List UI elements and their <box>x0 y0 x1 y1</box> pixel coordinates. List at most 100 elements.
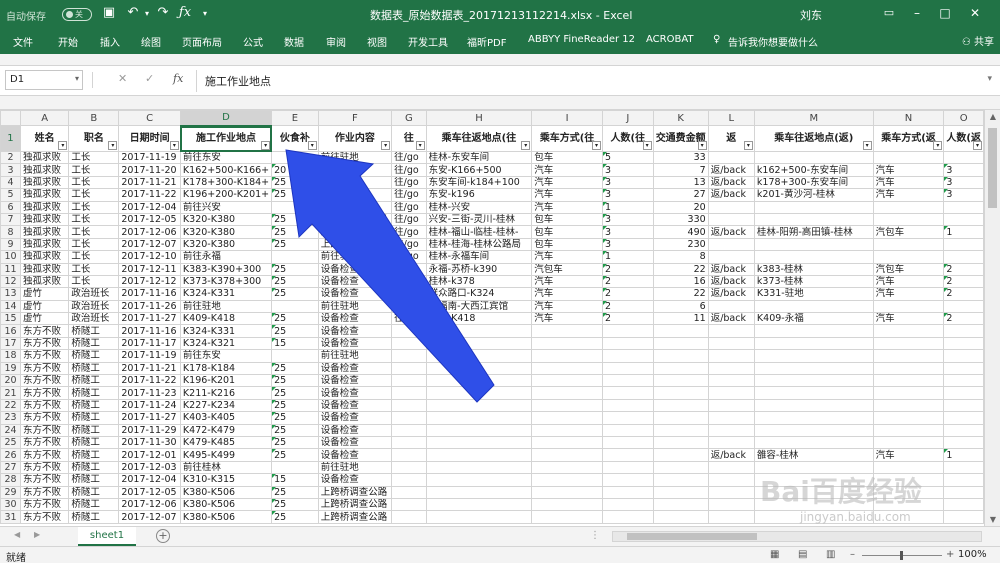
insert-function-icon[interactable]: fx <box>173 72 183 85</box>
cell[interactable]: K196+200-K201+ <box>179 188 273 202</box>
row-header[interactable]: 2 <box>0 150 21 165</box>
cell-table[interactable]: A B C D E F G H I J K L M N O 1 姓名 ▾ 职名 ▾ 日期时间 ▾ 施工作业地点 ▾ 伙食补 ▾ 作业… <box>0 110 984 524</box>
filter-dropdown-icon[interactable]: ▾ <box>381 141 391 150</box>
row-header[interactable]: 9 <box>0 237 21 252</box>
filter-dropdown-icon[interactable]: ▾ <box>307 141 317 150</box>
cell[interactable]: 2017-11-20 <box>118 163 181 177</box>
filter-dropdown-icon[interactable]: ▾ <box>415 141 425 150</box>
column-title[interactable]: 人数(返 ▾ <box>943 125 984 152</box>
cell[interactable]: 设备检查 <box>317 188 393 202</box>
cell[interactable]: 25 <box>271 435 319 450</box>
more-options-icon[interactable]: ⋮ <box>590 530 600 541</box>
cell[interactable]: 东方不败 <box>19 423 70 438</box>
cell[interactable]: 330 <box>652 212 709 227</box>
cell[interactable]: 25 <box>271 411 319 425</box>
cell[interactable]: 工长 <box>68 212 120 227</box>
cell[interactable]: 东方不败 <box>19 349 70 363</box>
cell[interactable] <box>943 497 984 512</box>
column-title[interactable]: 乘车方式(返 ▾ <box>872 125 945 152</box>
row-header[interactable]: 4 <box>0 175 21 190</box>
cell[interactable]: K380-K506 <box>179 485 273 499</box>
cell[interactable] <box>531 324 603 338</box>
cell[interactable]: K380-K506 <box>179 510 273 524</box>
cell[interactable] <box>872 336 945 351</box>
column-title[interactable]: 返 ▾ <box>707 125 755 152</box>
cell[interactable]: 汽车 <box>531 287 603 301</box>
cell[interactable]: 桂林-k378 <box>425 274 533 289</box>
cell[interactable]: 设备检查 <box>317 324 393 338</box>
cell[interactable] <box>652 448 709 462</box>
cell[interactable] <box>943 485 984 499</box>
cell[interactable] <box>943 299 984 314</box>
cell[interactable]: 工长 <box>68 175 120 190</box>
column-title[interactable]: 姓名 ▾ <box>19 125 70 152</box>
cell[interactable]: 政治班长 <box>68 287 120 301</box>
cell[interactable]: 上跨桥调查公路 <box>317 497 393 512</box>
row-header[interactable]: 10 <box>0 250 21 264</box>
cell[interactable]: 前往驻地 <box>317 200 393 214</box>
cell[interactable] <box>943 324 984 338</box>
cell[interactable]: 2 <box>601 274 654 289</box>
cell[interactable]: 返/back <box>707 175 755 190</box>
cell[interactable]: K310-K315 <box>179 473 273 487</box>
cell[interactable]: 东方不败 <box>19 510 70 524</box>
row-header[interactable]: 19 <box>0 361 21 376</box>
cell[interactable]: K373-K378+300 <box>179 274 273 289</box>
cell[interactable]: K409-永福 <box>753 312 874 326</box>
cell[interactable] <box>753 374 874 388</box>
sheet-next-icon[interactable]: ▶ <box>34 530 40 539</box>
cell[interactable] <box>943 423 984 438</box>
cell[interactable]: 前往驻地 <box>317 460 393 475</box>
cell[interactable]: 汽车 <box>531 188 603 202</box>
cell[interactable]: 桥隧工 <box>68 448 120 462</box>
cell[interactable]: 往/go <box>391 175 427 190</box>
cell[interactable]: 2017-11-24 <box>118 398 181 413</box>
filter-dropdown-icon[interactable]: ▾ <box>933 141 943 150</box>
cell[interactable]: 2 <box>601 312 654 326</box>
cell[interactable]: 虚竹 <box>19 312 70 326</box>
cell[interactable]: 独孤求败 <box>19 212 70 227</box>
cell[interactable]: 1 <box>943 225 984 239</box>
cell[interactable]: 2 <box>943 287 984 301</box>
cell[interactable]: 汽车 <box>872 175 945 190</box>
cell[interactable]: 桂林-东安车间 <box>425 150 533 165</box>
cell[interactable]: 25 <box>271 448 319 462</box>
cell[interactable]: K178-K184 <box>179 361 273 376</box>
cell[interactable] <box>707 473 755 487</box>
filter-dropdown-icon[interactable]: ▾ <box>862 141 872 150</box>
row-header[interactable]: 22 <box>0 398 21 413</box>
cell[interactable]: 东方不败 <box>19 374 70 388</box>
tab-insert[interactable]: 插入 <box>100 34 120 49</box>
cell[interactable] <box>753 435 874 450</box>
row-header[interactable]: 3 <box>0 163 21 177</box>
cell[interactable]: 设备检查 <box>317 163 393 177</box>
cell[interactable] <box>271 200 319 214</box>
cell[interactable]: 独孤求败 <box>19 163 70 177</box>
column-title[interactable]: 乘车方式(往 ▾ <box>531 125 603 152</box>
cell[interactable]: 东安-k196 <box>425 188 533 202</box>
column-title[interactable]: 施工作业地点 ▾ <box>179 125 273 152</box>
cell[interactable]: k383-桂林 <box>753 262 874 276</box>
cell[interactable]: 上跨桥调查公路 <box>317 225 393 239</box>
cell[interactable]: 桥隧工 <box>68 386 120 400</box>
cell[interactable] <box>652 423 709 438</box>
maximize-icon[interactable]: □ <box>934 3 956 23</box>
cell[interactable]: 前往东安 <box>179 349 273 363</box>
cell[interactable]: 设备检查 <box>317 423 393 438</box>
cell[interactable]: 工长 <box>68 274 120 289</box>
cell[interactable] <box>391 448 427 462</box>
cell[interactable] <box>872 150 945 165</box>
cell[interactable] <box>531 411 603 425</box>
cell[interactable] <box>943 435 984 450</box>
cell[interactable]: 永福南-大西江宾馆 <box>425 299 533 314</box>
cell[interactable]: 兴安-三街-灵川-桂林 <box>425 212 533 227</box>
cell[interactable]: 33 <box>652 150 709 165</box>
cell[interactable]: 桥隧工 <box>68 435 120 450</box>
cell[interactable] <box>425 398 533 413</box>
cell[interactable]: 东安车间-k184+100 <box>425 175 533 190</box>
cell[interactable]: 2017-11-27 <box>118 411 181 425</box>
page-break-view-icon[interactable]: ▥ <box>826 549 835 560</box>
filter-dropdown-icon[interactable]: ▾ <box>642 141 652 150</box>
cell[interactable]: 东方不败 <box>19 473 70 487</box>
cell[interactable] <box>531 398 603 413</box>
